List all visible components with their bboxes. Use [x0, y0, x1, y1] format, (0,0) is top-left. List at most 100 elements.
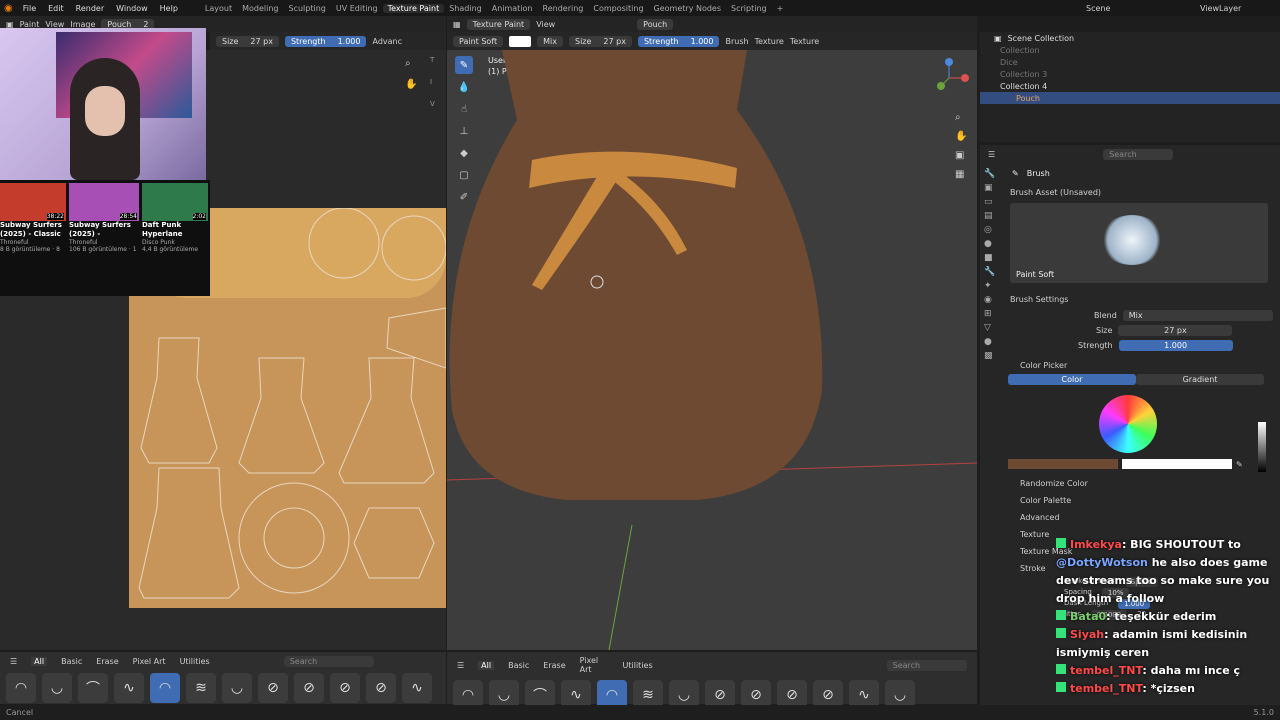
- tab-texture-paint[interactable]: Texture Paint: [382, 3, 445, 13]
- tab-animation[interactable]: Animation: [487, 4, 538, 13]
- outliner-root[interactable]: ▣ Scene Collection: [980, 32, 1280, 44]
- menu-window[interactable]: Window: [110, 4, 154, 13]
- menu-edit[interactable]: Edit: [42, 4, 70, 13]
- render-tab-icon[interactable]: ▣: [984, 183, 995, 193]
- brush-asset[interactable]: ∿: [114, 673, 144, 703]
- color-picker-panel[interactable]: Color Picker: [1004, 353, 1274, 374]
- shelf-tab-erase[interactable]: Erase: [96, 657, 118, 666]
- outliner-item-selected[interactable]: Pouch: [980, 92, 1280, 104]
- tab-layout[interactable]: Layout: [200, 4, 237, 13]
- image-asset-shelf[interactable]: ☰ All Basic Erase Pixel Art Utilities Se…: [0, 652, 446, 704]
- tab-modeling[interactable]: Modeling: [237, 4, 283, 13]
- physics-tab-icon[interactable]: ◉: [984, 295, 995, 305]
- shelf-tab-erase[interactable]: Erase: [543, 661, 565, 670]
- zoom-icon[interactable]: ⌕: [955, 112, 967, 123]
- tab-uv-editing[interactable]: UV Editing: [331, 4, 383, 13]
- draw-brush-icon[interactable]: ✎: [455, 56, 473, 74]
- tab-geometry-nodes[interactable]: Geometry Nodes: [649, 4, 726, 13]
- camera-icon[interactable]: ▣: [955, 150, 967, 161]
- fill-tool-icon[interactable]: ◆: [455, 144, 473, 162]
- pan-hand-icon[interactable]: ✋: [955, 131, 967, 142]
- 3d-viewport[interactable]: User Perspective (1) Pouch | Pouch ✎ 💧 ☝…: [447, 50, 977, 650]
- blend-dropdown[interactable]: Mix: [1122, 310, 1273, 321]
- tab-shading[interactable]: Shading: [444, 4, 487, 13]
- video-card[interactable]: 2:02 Daft Punk Hyperlane Groov Disco Pun…: [142, 183, 208, 296]
- brush-settings-panel[interactable]: Brush Settings: [1004, 287, 1274, 308]
- brush-asset[interactable]: ≋: [186, 673, 216, 703]
- data-tab-icon[interactable]: ▽: [984, 323, 995, 333]
- navigation-gizmo[interactable]: [927, 56, 971, 100]
- size-slider[interactable]: 27 px: [1118, 325, 1233, 336]
- shelf-tab-pixel-art[interactable]: Pixel Art: [133, 657, 166, 666]
- color-wheel[interactable]: [1099, 395, 1157, 453]
- object-selector[interactable]: Pouch: [637, 18, 674, 30]
- gradient-tab[interactable]: Gradient: [1136, 374, 1264, 385]
- tab-scripting[interactable]: Scripting: [726, 4, 772, 13]
- brush-asset[interactable]: ◡: [42, 673, 72, 703]
- smear-tool-icon[interactable]: ☝: [455, 100, 473, 118]
- brush-asset[interactable]: ∿: [402, 673, 432, 703]
- color-palette-panel[interactable]: Color Palette: [1004, 492, 1274, 509]
- shelf-tab-basic[interactable]: Basic: [61, 657, 82, 666]
- eraser-asset[interactable]: ⊘: [330, 673, 360, 703]
- eraser-asset[interactable]: ⊘: [366, 673, 396, 703]
- pan-hand-icon[interactable]: ✋: [405, 79, 417, 90]
- outliner-item[interactable]: Collection 3: [980, 68, 1280, 80]
- shelf-tab-all[interactable]: All: [478, 660, 495, 670]
- color-swatch[interactable]: [509, 35, 532, 47]
- shelf-tab-utilities[interactable]: Utilities: [180, 657, 210, 666]
- world-tab-icon[interactable]: ●: [984, 239, 995, 249]
- brush-asset-panel[interactable]: Brush Asset (Unsaved): [1004, 180, 1274, 199]
- material-tab-icon[interactable]: ●: [984, 337, 995, 347]
- brush-menu[interactable]: Brush: [725, 37, 748, 46]
- strength-slider[interactable]: 1.000: [1118, 340, 1233, 351]
- shelf-search[interactable]: Search: [283, 656, 374, 667]
- brush-preview[interactable]: Paint Soft: [1010, 203, 1268, 283]
- annotate-tool-icon[interactable]: ✐: [455, 188, 473, 206]
- shelf-search[interactable]: Search: [886, 659, 967, 671]
- outliner[interactable]: ▣ Scene Collection Collection Dice Collec…: [980, 32, 1280, 142]
- editor-type-icon[interactable]: ▦: [453, 20, 461, 29]
- color-swatch[interactable]: [1122, 459, 1232, 469]
- outliner-item[interactable]: Dice: [980, 56, 1280, 68]
- brush-selector[interactable]: Paint Soft: [453, 35, 504, 47]
- video-card[interactable]: 38:22 Subway Surfers (2025) - Classic -.…: [0, 183, 66, 296]
- mask-tool-icon[interactable]: ▢: [455, 166, 473, 184]
- scene-selector[interactable]: Scene: [1086, 4, 1110, 13]
- clone-tool-icon[interactable]: ⊥: [455, 122, 473, 140]
- blur-tool-icon[interactable]: 💧: [455, 78, 473, 96]
- shelf-menu-icon[interactable]: ☰: [457, 661, 464, 670]
- tab-rendering[interactable]: Rendering: [538, 4, 589, 13]
- view-layer-tab-icon[interactable]: ▤: [984, 211, 995, 221]
- outliner-item[interactable]: Collection 4: [980, 80, 1280, 92]
- constraints-tab-icon[interactable]: ⊞: [984, 309, 995, 319]
- viewport-asset-shelf[interactable]: ☰ All Basic Erase Pixel Art Utilities Se…: [447, 652, 977, 710]
- brush-asset[interactable]: ◡: [222, 673, 252, 703]
- texture-menu[interactable]: Texture: [755, 37, 784, 46]
- size-field[interactable]: Size 27 px: [568, 35, 632, 47]
- menu-render[interactable]: Render: [70, 4, 110, 13]
- advanced-panel[interactable]: Advanced: [1004, 509, 1274, 526]
- blender-logo-icon[interactable]: ◉: [4, 3, 17, 14]
- properties-search[interactable]: Search: [1103, 149, 1174, 160]
- shelf-tab-pixel-art[interactable]: Pixel Art: [580, 656, 609, 674]
- menu-help[interactable]: Help: [154, 4, 184, 13]
- shelf-menu-icon[interactable]: ☰: [10, 657, 17, 666]
- eraser-asset[interactable]: ⊘: [258, 673, 288, 703]
- shelf-tab-basic[interactable]: Basic: [508, 661, 529, 670]
- tool-tab-icon[interactable]: 🔧: [984, 169, 995, 179]
- brush-asset-selected[interactable]: ◠: [150, 673, 180, 703]
- mode-selector[interactable]: Texture Paint: [466, 18, 531, 30]
- blend-selector[interactable]: Mix: [537, 35, 563, 47]
- value-slider[interactable]: [1258, 422, 1266, 472]
- menu-file[interactable]: File: [17, 4, 42, 13]
- randomize-color[interactable]: Randomize Color: [1004, 475, 1274, 492]
- texture-tab-icon[interactable]: ▩: [984, 351, 995, 361]
- sidebar-tab-tool[interactable]: T: [430, 56, 444, 64]
- brush-asset[interactable]: ◠: [6, 673, 36, 703]
- eyedropper-icon[interactable]: ✎: [1236, 460, 1243, 469]
- grid-icon[interactable]: ▦: [955, 169, 967, 180]
- image-strength-field[interactable]: Strength 1.000: [284, 35, 367, 47]
- outliner-item[interactable]: Collection: [980, 44, 1280, 56]
- modifier-tab-icon[interactable]: 🔧: [984, 267, 995, 277]
